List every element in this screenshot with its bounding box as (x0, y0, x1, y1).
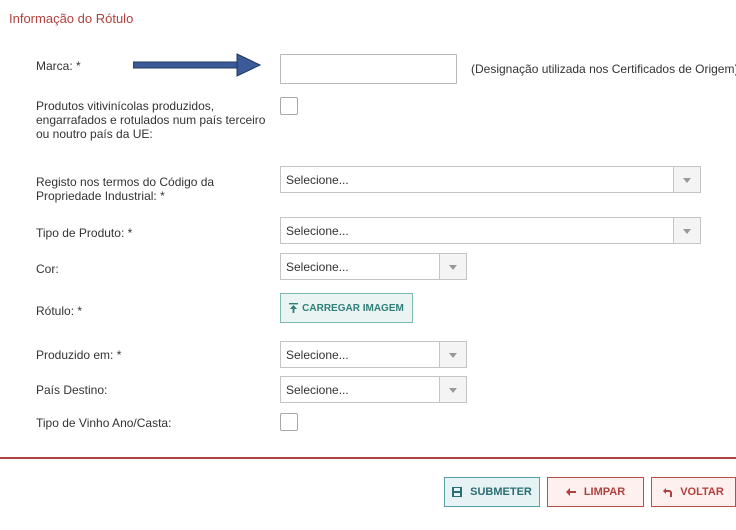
submit-label: SUBMETER (470, 486, 532, 498)
tipo-produto-dropdown-toggle[interactable] (673, 218, 700, 243)
tipo-produto-label: Tipo de Produto: * (36, 226, 133, 240)
upload-image-label: CARREGAR IMAGEM (302, 302, 404, 314)
tipo-vinho-checkbox[interactable] (280, 413, 298, 431)
produzido-em-dropdown-toggle[interactable] (439, 342, 466, 367)
registo-dropdown-toggle[interactable] (673, 167, 700, 192)
footer-divider (0, 457, 736, 459)
chevron-down-icon (683, 178, 691, 183)
annotation-arrow-icon (133, 52, 261, 78)
tipo-produto-select-value: Selecione... (286, 224, 349, 238)
clear-button[interactable]: LIMPAR (547, 477, 644, 507)
produzido-em-select[interactable]: Selecione... (280, 341, 467, 368)
registo-select[interactable]: Selecione... (280, 166, 701, 193)
tipo-produto-select[interactable]: Selecione... (280, 217, 701, 244)
upload-image-button[interactable]: CARREGAR IMAGEM (280, 293, 413, 323)
marca-hint: (Designação utilizada nos Certificados d… (471, 62, 736, 76)
chevron-down-icon (449, 388, 457, 393)
back-label: VOLTAR (680, 486, 724, 498)
tipo-vinho-label: Tipo de Vinho Ano/Casta: (36, 416, 172, 430)
pais-destino-dropdown-toggle[interactable] (439, 377, 466, 402)
arrow-left-icon (565, 488, 576, 496)
save-icon (452, 487, 463, 497)
registo-select-value: Selecione... (286, 173, 349, 187)
pais-destino-select-value: Selecione... (286, 383, 349, 397)
cor-label: Cor: (36, 262, 59, 276)
produzido-em-select-value: Selecione... (286, 348, 349, 362)
chevron-down-icon (449, 265, 457, 270)
chevron-down-icon (449, 353, 457, 358)
upload-icon (289, 303, 299, 313)
section-title: Informação do Rótulo (9, 11, 134, 26)
submit-button[interactable]: SUBMETER (444, 477, 540, 507)
produtos-label: Produtos vitivinícolas produzidos, engar… (36, 99, 266, 141)
cor-select-value: Selecione... (286, 260, 349, 274)
pais-destino-select[interactable]: Selecione... (280, 376, 467, 403)
pais-destino-label: País Destino: (36, 383, 108, 397)
produtos-checkbox[interactable] (280, 97, 298, 115)
cor-dropdown-toggle[interactable] (439, 254, 466, 279)
cor-select[interactable]: Selecione... (280, 253, 467, 280)
chevron-down-icon (683, 229, 691, 234)
marca-input[interactable] (280, 54, 457, 84)
undo-icon (663, 487, 673, 497)
marca-label: Marca: * (36, 59, 81, 73)
produzido-em-label: Produzido em: * (36, 348, 122, 362)
registo-label: Registo nos termos do Código da Propried… (36, 175, 215, 203)
back-button[interactable]: VOLTAR (651, 477, 736, 507)
clear-label: LIMPAR (583, 486, 626, 498)
rotulo-label: Rótulo: * (36, 304, 83, 318)
